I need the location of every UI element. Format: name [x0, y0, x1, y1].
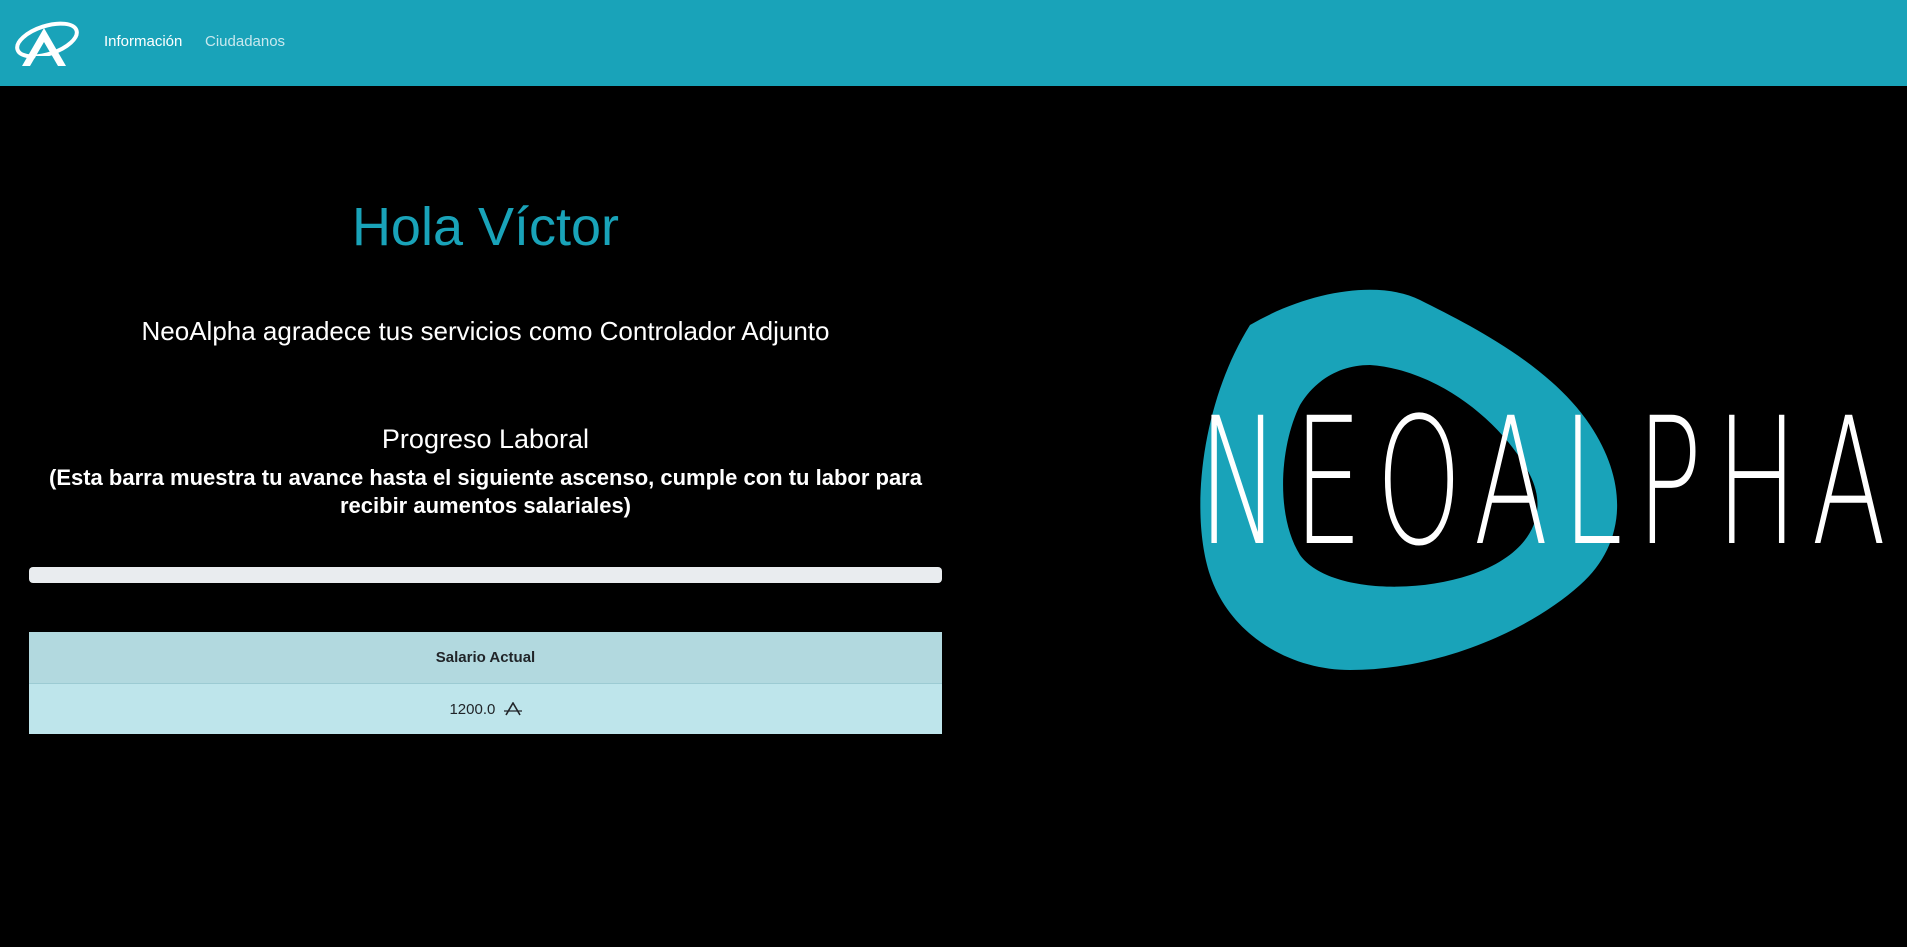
top-navbar: Información Ciudadanos — [0, 0, 1907, 86]
salary-table: Salario Actual 1200.0 — [29, 632, 942, 734]
salary-value: 1200.0 — [449, 700, 496, 718]
salary-header: Salario Actual — [29, 632, 942, 684]
brand-wordmark: NEOALPHA — [1198, 380, 1900, 585]
brand-emblem: NEOALPHA — [1050, 285, 1900, 685]
career-progress-bar — [29, 567, 942, 583]
table-row: 1200.0 — [29, 683, 942, 734]
greeting-heading: Hola Víctor — [351, 197, 620, 257]
progress-description: (Esta barra muestra tu avance hasta el s… — [49, 465, 922, 518]
salary-value-cell: 1200.0 — [29, 683, 942, 734]
neoalpha-logo-icon[interactable] — [14, 18, 80, 68]
nav-link-informacion[interactable]: Información — [104, 33, 182, 50]
nav-link-ciudadanos[interactable]: Ciudadanos — [205, 33, 285, 50]
progress-title: Progreso Laboral — [381, 424, 590, 454]
neoalpha-currency-icon — [503, 701, 522, 715]
thanks-message: NeoAlpha agradece tus servicios como Con… — [141, 316, 830, 346]
